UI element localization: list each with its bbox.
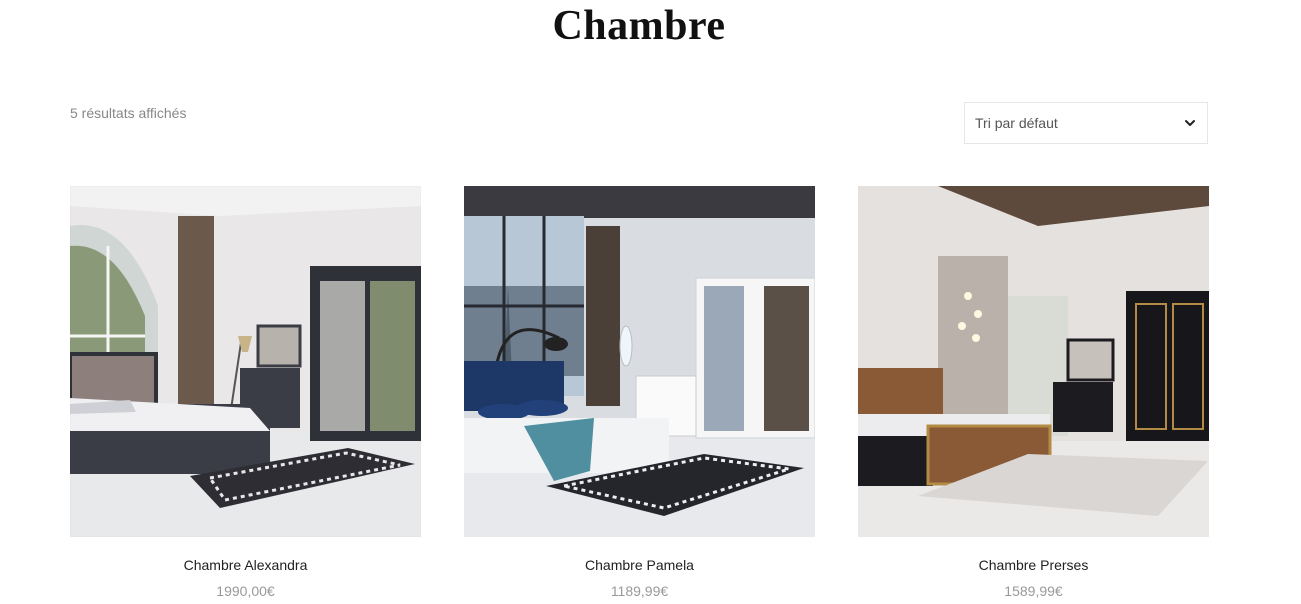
product-price: 1990,00€ [216, 583, 275, 599]
sort-select[interactable]: Tri par défaut [964, 102, 1208, 144]
product-price: 1189,99€ [610, 583, 669, 599]
product-name[interactable]: Chambre Pamela [464, 556, 815, 574]
product-card[interactable]: Chambre Pamela 1189,99€ [464, 186, 815, 600]
product-price: 1589,99€ [1004, 583, 1063, 599]
product-name[interactable]: Chambre Prerses [858, 556, 1209, 574]
product-image[interactable] [464, 186, 815, 537]
product-name[interactable]: Chambre Alexandra [70, 556, 421, 574]
sort-select-value: Tri par défaut [975, 115, 1058, 131]
chevron-down-icon [1185, 120, 1195, 126]
product-image[interactable] [858, 186, 1209, 537]
product-image[interactable] [70, 186, 421, 537]
product-card[interactable]: Chambre Alexandra 1990,00€ [70, 186, 421, 600]
page-title: Chambre [552, 3, 726, 49]
product-grid: Chambre Alexandra 1990,00€ Chambre Pamel… [70, 186, 1210, 600]
result-count: 5 résultats affichés [70, 105, 187, 121]
product-card[interactable]: Chambre Prerses 1589,99€ [858, 186, 1209, 600]
